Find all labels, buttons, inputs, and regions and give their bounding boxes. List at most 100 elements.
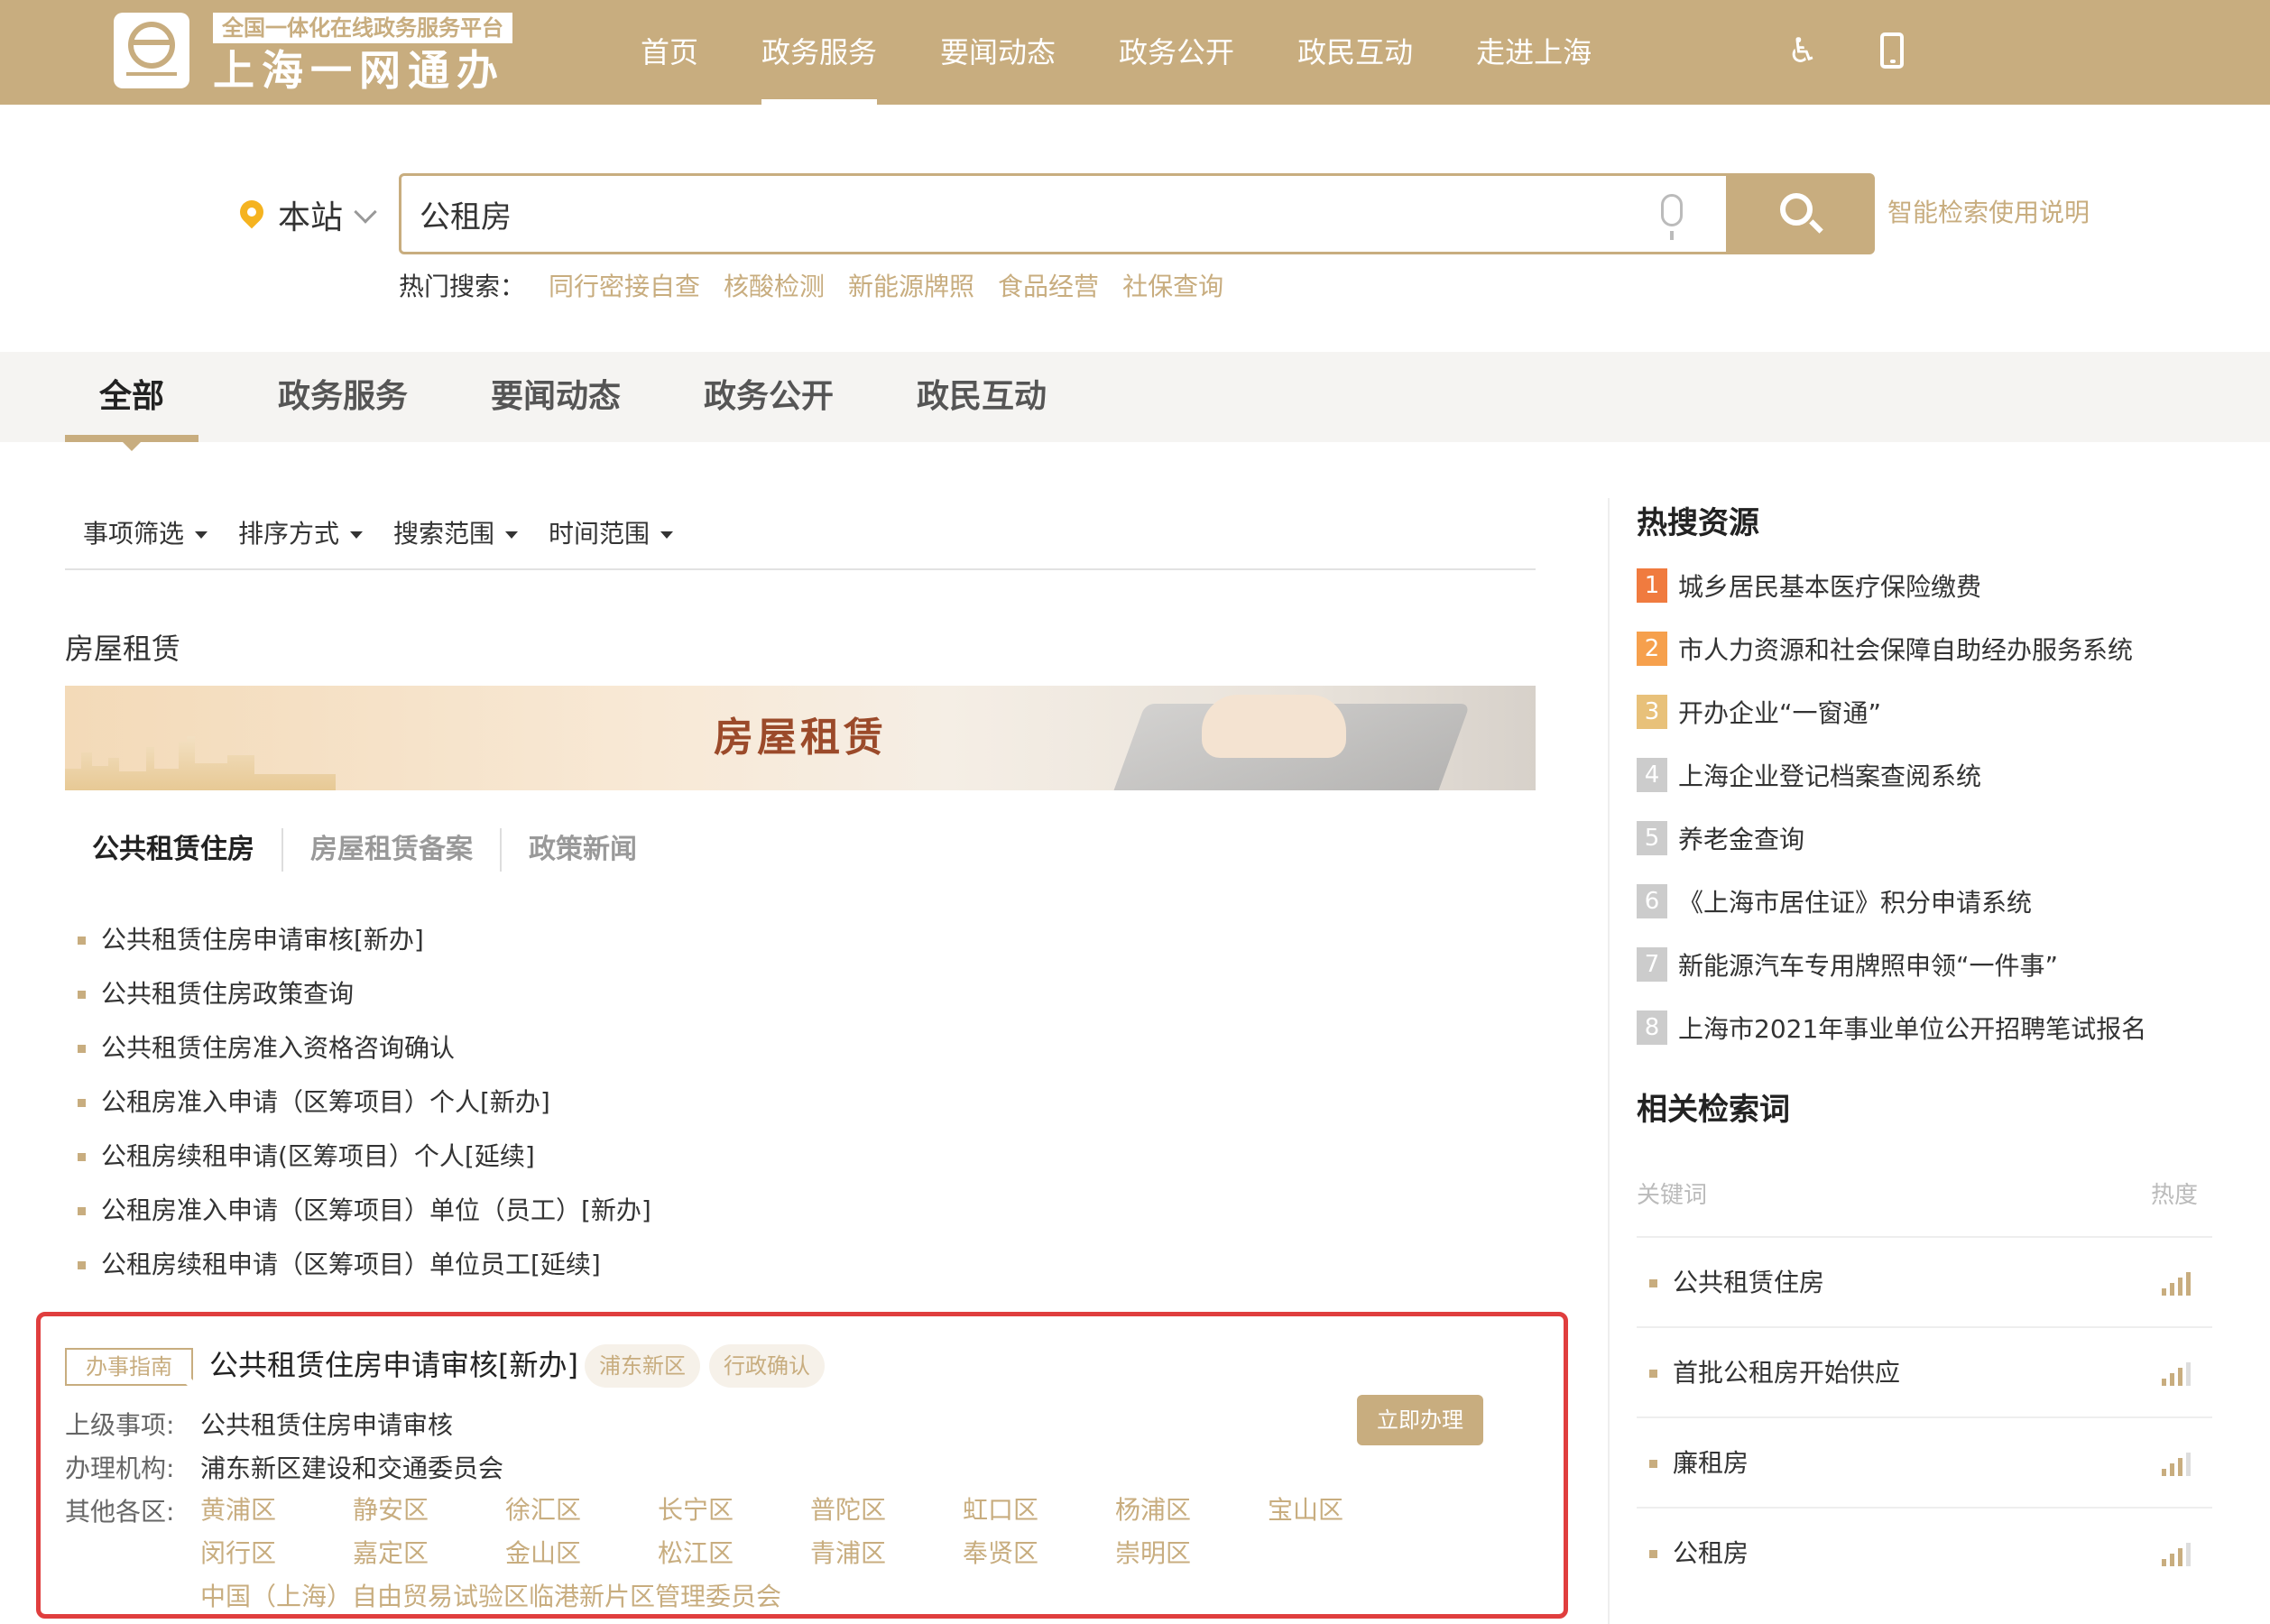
section-banner: 房屋租赁 — [65, 686, 1536, 790]
hot-item-label[interactable]: 养老金查询 — [1678, 820, 1804, 856]
result-title[interactable]: 公共租赁住房申请审核[新办] — [209, 1343, 578, 1384]
filter-bar: 事项筛选 排序方式 搜索范围 时间范围 — [83, 514, 704, 550]
hot-item-label[interactable]: 新能源汽车专用牌照申领“一件事” — [1678, 946, 2058, 983]
district-link[interactable]: 虹口区 — [963, 1490, 1038, 1527]
list-item[interactable]: 5 养老金查询 — [1637, 807, 2146, 870]
nav-about-shanghai[interactable]: 走进上海 — [1476, 0, 1592, 105]
list-item[interactable]: 公共租赁住房政策查询 — [78, 967, 651, 1021]
list-item[interactable]: 公租房准入申请（区筹项目）单位（员工）[新办] — [78, 1184, 651, 1238]
hot-item-label[interactable]: 市人力资源和社会保障自助经办服务系统 — [1678, 631, 2133, 667]
nav-gov-open[interactable]: 政务公开 — [1119, 0, 1234, 105]
hot-search-terms: 同行密接自查 核酸检测 新能源牌照 食品经营 社保查询 — [549, 267, 1247, 303]
list-item[interactable]: 3 开办企业“一窗通” — [1637, 680, 2146, 743]
site-logo-icon[interactable] — [114, 13, 189, 88]
list-item[interactable]: 廉租房 — [1637, 1416, 2212, 1507]
district-link[interactable]: 静安区 — [353, 1490, 429, 1527]
district-link-lingang[interactable]: 中国（上海）自由贸易试验区临港新片区管理委员会 — [200, 1577, 781, 1613]
hot-search-term[interactable]: 食品经营 — [998, 267, 1099, 303]
filter-item-type[interactable]: 事项筛选 — [83, 514, 208, 550]
keyword-label[interactable]: 公租房 — [1673, 1538, 1749, 1568]
list-item[interactable]: 公共租赁住房准入资格咨询确认 — [78, 1021, 651, 1075]
heat-bar — [2162, 1559, 2166, 1566]
list-item[interactable]: 公租房 — [1637, 1507, 2212, 1597]
sub-tab-policy-news[interactable]: 政策新闻 — [500, 828, 664, 872]
tab-gov-open[interactable]: 政务公开 — [704, 352, 917, 442]
guide-badge: 办事指南 — [65, 1348, 193, 1386]
list-item[interactable]: 8 上海市2021年事业单位公开招聘笔试报名 — [1637, 996, 2146, 1059]
district-link[interactable]: 普陀区 — [810, 1490, 886, 1527]
list-item[interactable]: 1 城乡居民基本医疗保险缴费 — [1637, 554, 2146, 617]
heat-bar — [2170, 1373, 2174, 1386]
filter-scope[interactable]: 搜索范围 — [393, 514, 518, 550]
hot-search-term[interactable]: 核酸检测 — [724, 267, 825, 303]
list-item[interactable]: 6 《上海市居住证》积分申请系统 — [1637, 870, 2146, 933]
location-pin-icon — [235, 195, 269, 229]
district-link[interactable]: 嘉定区 — [353, 1534, 429, 1570]
heat-bar — [2170, 1554, 2174, 1566]
rank-badge: 5 — [1637, 821, 1667, 855]
list-item[interactable]: 公共租赁住房 — [1637, 1236, 2212, 1326]
list-item[interactable]: 公租房续租申请（区筹项目）单位员工[延续] — [78, 1238, 651, 1292]
mobile-phone-icon[interactable] — [1880, 32, 1904, 69]
microphone-icon[interactable] — [1661, 194, 1683, 240]
keyword-label[interactable]: 公共租赁住房 — [1673, 1268, 1824, 1297]
list-item[interactable]: 4 上海企业登记档案查阅系统 — [1637, 743, 2146, 807]
filter-sort[interactable]: 排序方式 — [238, 514, 363, 550]
hot-item-label[interactable]: 上海市2021年事业单位公开招聘笔试报名 — [1678, 1010, 2146, 1046]
sub-tab-rental-filing[interactable]: 房屋租赁备案 — [281, 828, 500, 872]
search-scope-select[interactable]: 本站 — [278, 191, 343, 238]
hot-item-label[interactable]: 上海企业登记档案查阅系统 — [1678, 757, 1981, 793]
list-item[interactable]: 7 新能源汽车专用牌照申领“一件事” — [1637, 933, 2146, 996]
keyword-label[interactable]: 廉租房 — [1673, 1448, 1749, 1478]
district-link[interactable]: 徐汇区 — [505, 1490, 581, 1527]
list-item[interactable]: 公共租赁住房申请审核[新办] — [78, 913, 651, 967]
tab-gov-services[interactable]: 政务服务 — [278, 352, 491, 442]
district-link[interactable]: 松江区 — [658, 1534, 734, 1570]
nav-gov-services[interactable]: 政务服务 — [761, 0, 878, 105]
search-input[interactable] — [420, 176, 1665, 252]
district-link[interactable]: 黄浦区 — [200, 1490, 276, 1527]
district-link[interactable]: 杨浦区 — [1115, 1490, 1191, 1527]
search-help-link[interactable]: 智能检索使用说明 — [1887, 193, 2090, 229]
banner-title: 房屋租赁 — [714, 715, 887, 761]
nav-news[interactable]: 要闻动态 — [940, 0, 1056, 105]
tab-news[interactable]: 要闻动态 — [491, 352, 704, 442]
hot-search-term[interactable]: 同行密接自查 — [549, 267, 700, 303]
list-item[interactable]: 公租房准入申请（区筹项目）个人[新办] — [78, 1075, 651, 1130]
nav-home[interactable]: 首页 — [641, 0, 698, 105]
sub-tab-public-rental[interactable]: 公共租赁住房 — [65, 828, 281, 872]
district-link[interactable]: 奉贤区 — [963, 1534, 1038, 1570]
other-districts-label: 其他各区: — [65, 1497, 175, 1527]
hot-item-label[interactable]: 开办企业“一窗通” — [1678, 694, 1881, 730]
keyword-label[interactable]: 首批公租房开始供应 — [1673, 1358, 1900, 1388]
tab-all[interactable]: 全部 — [65, 352, 198, 442]
district-link[interactable]: 青浦区 — [810, 1534, 886, 1570]
tab-interaction[interactable]: 政民互动 — [917, 352, 1130, 442]
hot-item-label[interactable]: 城乡居民基本医疗保险缴费 — [1678, 567, 1981, 604]
apply-now-button[interactable]: 立即办理 — [1357, 1395, 1483, 1445]
hot-search-term[interactable]: 社保查询 — [1122, 267, 1223, 303]
heat-bar — [2162, 1379, 2166, 1386]
logo-title[interactable]: 上海一网通办 — [213, 47, 505, 94]
filter-time[interactable]: 时间范围 — [549, 514, 673, 550]
district-link[interactable]: 长宁区 — [658, 1490, 734, 1527]
heat-bar — [2178, 1458, 2182, 1476]
nav-interaction[interactable]: 政民互动 — [1297, 0, 1413, 105]
heat-bar — [2186, 1453, 2191, 1476]
list-item[interactable]: 首批公租房开始供应 — [1637, 1326, 2212, 1416]
logo-tagline: 全国一体化在线政务服务平台 — [213, 13, 512, 43]
search-button[interactable] — [1726, 173, 1875, 254]
list-item[interactable]: 公租房续租申请(区筹项目）个人[延续] — [78, 1130, 651, 1184]
hot-item-label[interactable]: 《上海市居住证》积分申请系统 — [1678, 883, 2032, 919]
hot-search-term[interactable]: 新能源牌照 — [848, 267, 974, 303]
list-item[interactable]: 2 市人力资源和社会保障自助经办服务系统 — [1637, 617, 2146, 680]
district-link[interactable]: 闵行区 — [200, 1534, 276, 1570]
district-link[interactable]: 金山区 — [505, 1534, 581, 1570]
district-link[interactable]: 宝山区 — [1268, 1490, 1343, 1527]
search-bar — [399, 173, 1875, 254]
keyword-column-header: 关键词 — [1637, 1182, 1708, 1209]
chevron-down-icon[interactable] — [354, 200, 377, 224]
accessibility-icon[interactable]: ♿ — [1783, 31, 1822, 70]
district-link[interactable]: 崇明区 — [1115, 1534, 1191, 1570]
section-sub-tabs: 公共租赁住房 房屋租赁备案 政策新闻 — [65, 828, 664, 872]
